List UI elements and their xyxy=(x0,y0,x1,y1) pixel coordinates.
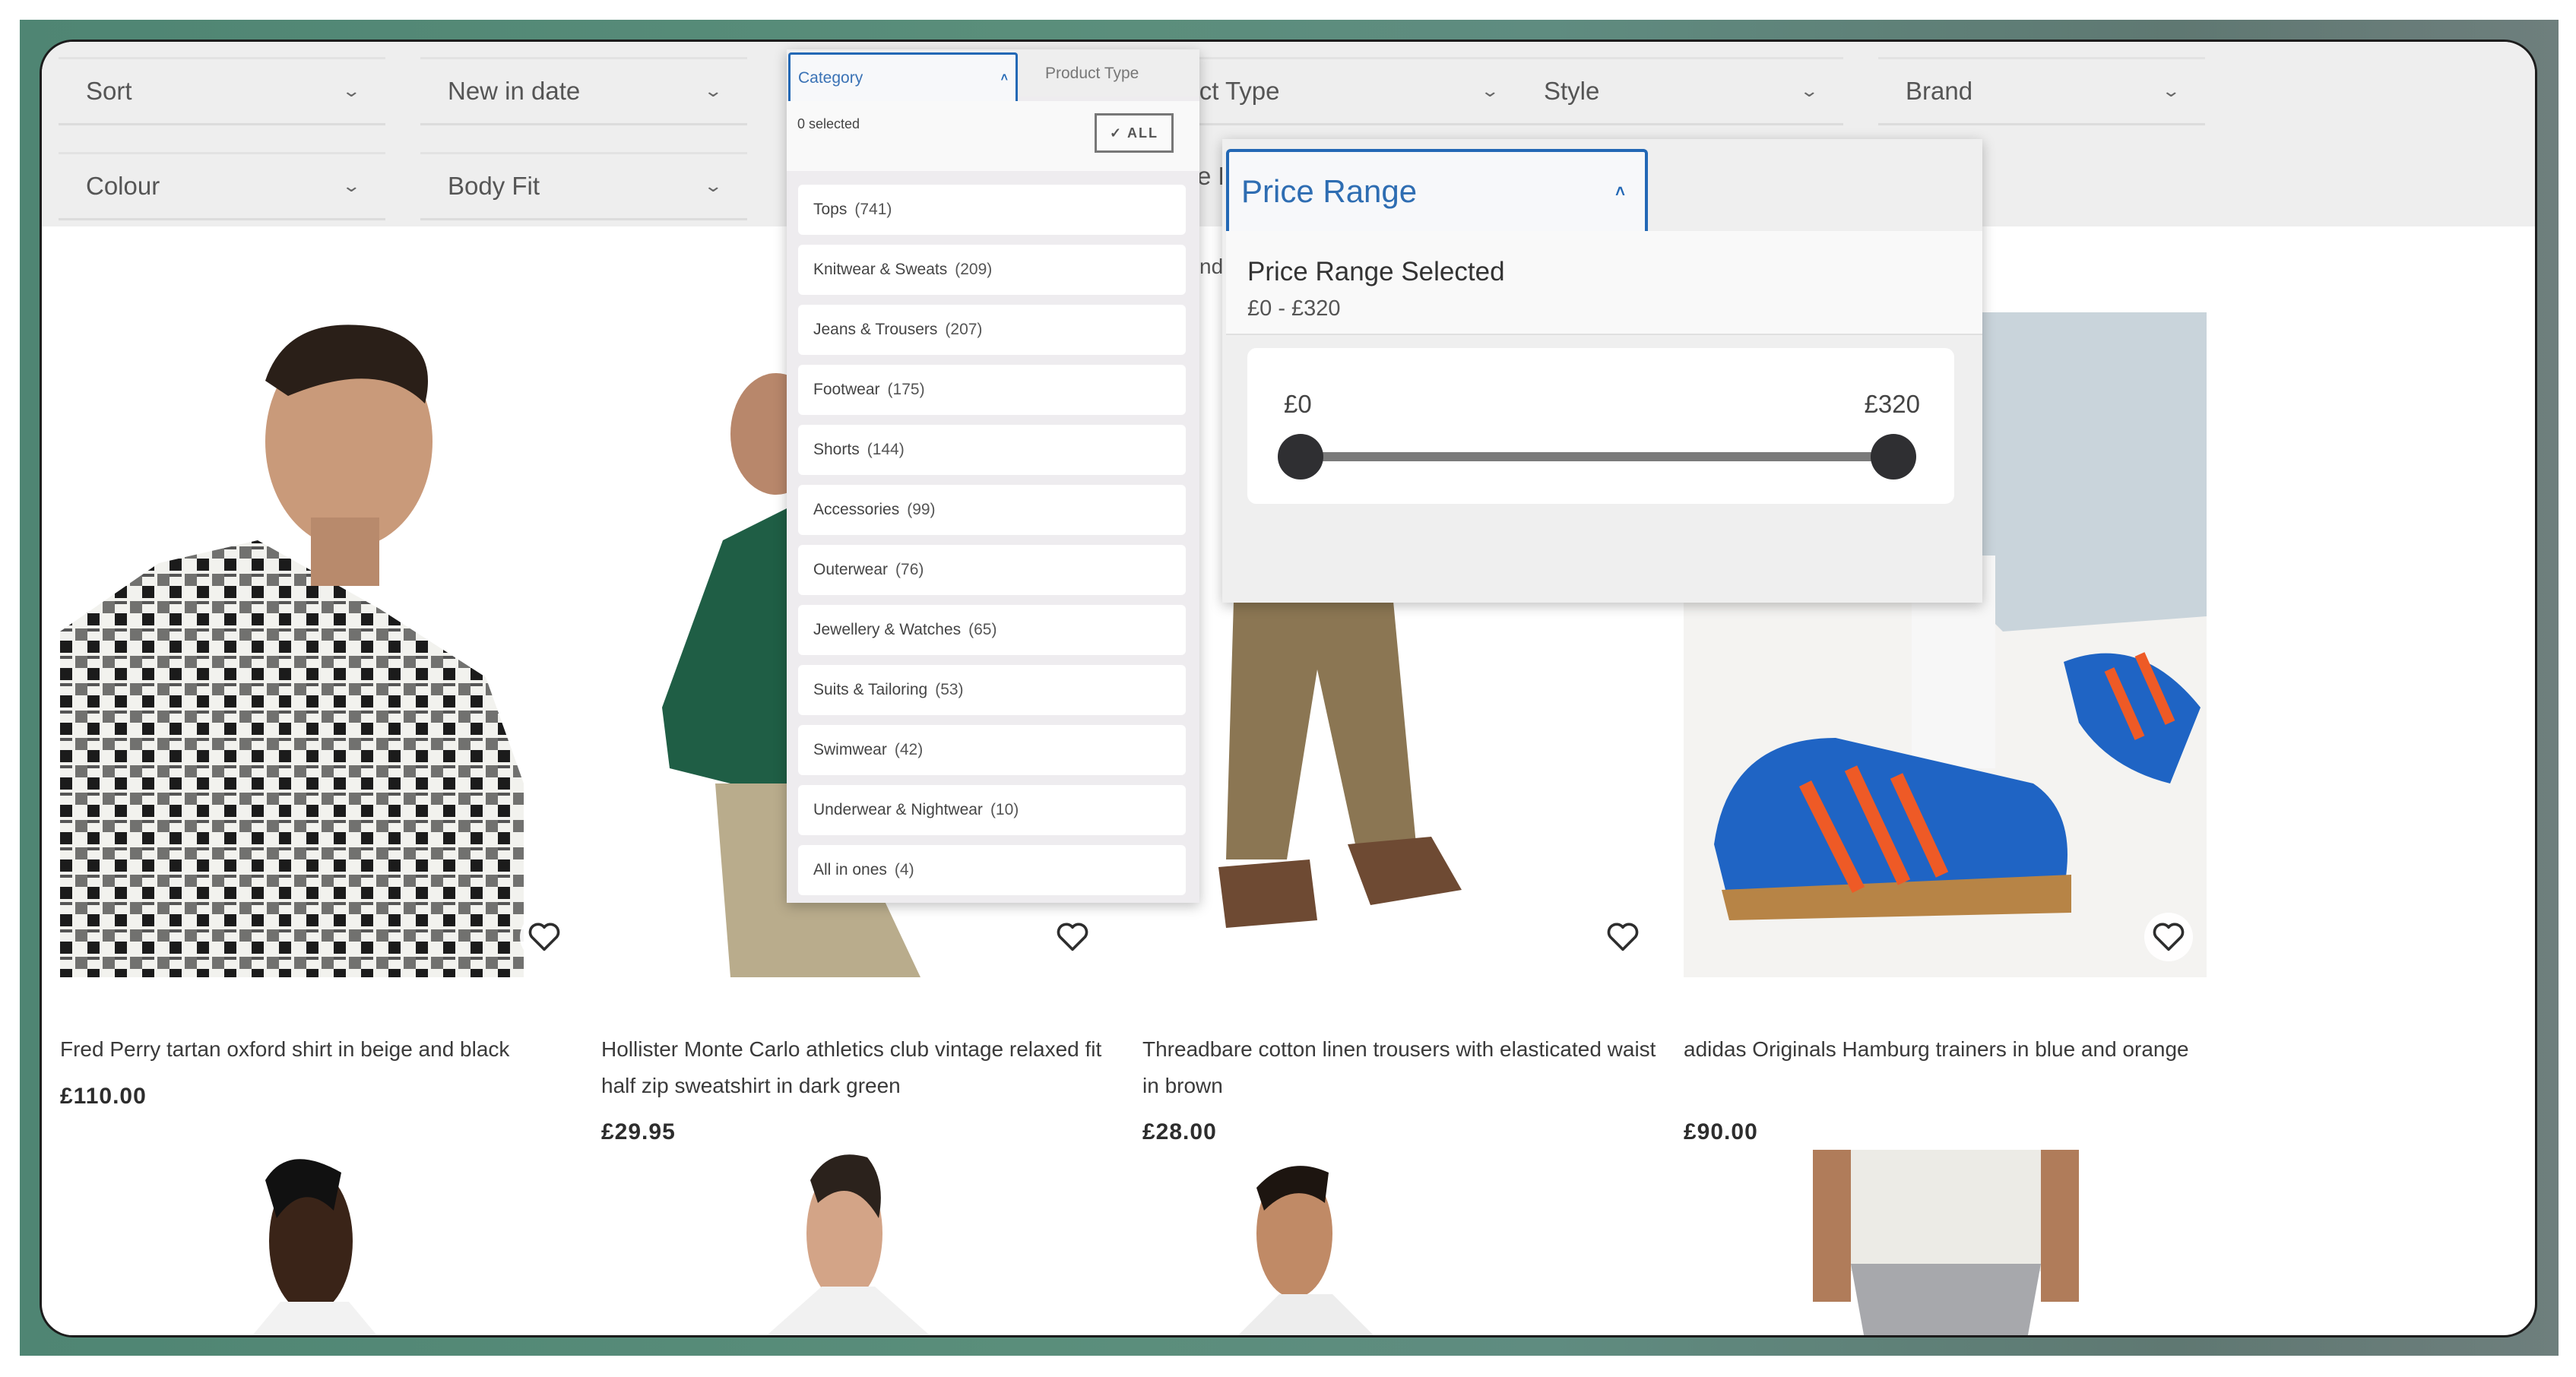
filter-label: Sort xyxy=(86,77,132,105)
filter-label: Brand xyxy=(1906,77,1973,105)
category-option[interactable]: Jewellery & Watches (65) xyxy=(798,605,1186,655)
chevron-down-icon: ⌄ xyxy=(341,81,361,100)
option-count: (4) xyxy=(894,861,914,878)
chevron-down-icon: ⌄ xyxy=(702,176,723,195)
category-select[interactable]: Category ˄ xyxy=(788,52,1018,101)
option-count: (209) xyxy=(955,261,993,278)
slider-track[interactable] xyxy=(1301,452,1893,461)
filter-brand[interactable]: Brand ⌄ xyxy=(1878,57,2205,125)
category-option[interactable]: Shorts (144) xyxy=(798,425,1186,475)
option-name: Shorts xyxy=(813,441,860,458)
category-dropdown: Category ˄ Product Type 0 selected ✓ ALL… xyxy=(787,49,1199,903)
product-image[interactable] xyxy=(60,312,583,977)
option-count: (53) xyxy=(935,681,964,698)
select-all-button[interactable]: ✓ ALL xyxy=(1095,113,1174,153)
category-label: Category xyxy=(798,68,863,87)
filter-product-type[interactable]: duct Type ⌄ xyxy=(1144,57,1524,125)
product-price: £29.95 xyxy=(601,1119,676,1144)
wishlist-heart-icon[interactable] xyxy=(1599,913,1647,961)
product-price: £28.00 xyxy=(1142,1119,1217,1144)
product-price: £90.00 xyxy=(1684,1119,1758,1144)
option-count: (42) xyxy=(894,741,924,758)
chevron-down-icon: ⌄ xyxy=(1798,81,1819,100)
option-name: Footwear xyxy=(813,381,880,398)
slider-max-handle[interactable] xyxy=(1871,434,1916,480)
product-title[interactable]: Hollister Monte Carlo athletics club vin… xyxy=(601,1031,1126,1104)
filter-label: New in date xyxy=(448,77,581,105)
option-name: Jewellery & Watches xyxy=(813,621,962,638)
category-option[interactable]: All in ones (4) xyxy=(798,845,1186,895)
option-name: Knitwear & Sweats xyxy=(813,261,948,278)
option-count: (65) xyxy=(968,621,997,638)
option-count: (741) xyxy=(854,201,892,218)
option-count: (144) xyxy=(867,441,905,458)
option-name: Jeans & Trousers xyxy=(813,321,938,338)
category-option[interactable]: Swimwear (42) xyxy=(798,725,1186,775)
product-title[interactable]: adidas Originals Hamburg trainers in blu… xyxy=(1684,1031,2208,1068)
option-count: (175) xyxy=(887,381,925,398)
chevron-down-icon: ⌄ xyxy=(702,81,723,100)
filter-colour[interactable]: Colour ⌄ xyxy=(59,152,385,220)
selected-count: 0 selected xyxy=(797,116,860,131)
category-option[interactable]: Knitwear & Sweats (209) xyxy=(798,245,1186,295)
category-option[interactable]: Footwear (175) xyxy=(798,365,1186,415)
option-name: Suits & Tailoring xyxy=(813,681,928,698)
option-name: Tops xyxy=(813,201,848,218)
filter-label: Body Fit xyxy=(448,172,540,200)
wishlist-heart-icon[interactable] xyxy=(1048,913,1097,961)
filter-new-in-date[interactable]: New in date ⌄ xyxy=(420,57,747,125)
category-option[interactable]: Outerwear (76) xyxy=(798,545,1186,595)
slider-min-handle[interactable] xyxy=(1278,434,1323,480)
price-range-selected-title: Price Range Selected xyxy=(1247,257,1505,286)
option-name: All in ones xyxy=(813,861,887,878)
select-all-label: ALL xyxy=(1127,125,1159,141)
category-option[interactable]: Jeans & Trousers (207) xyxy=(798,305,1186,355)
option-count: (76) xyxy=(895,561,924,578)
filter-label: Colour xyxy=(86,172,160,200)
browser-window: Sort ⌄ New in date ⌄ duct Type ⌄ Style ⌄… xyxy=(40,40,2537,1337)
product-price: £110.00 xyxy=(60,1084,147,1109)
option-count: (10) xyxy=(990,801,1019,818)
price-range-dropdown: Price Range ˄ Price Range Selected £0 - … xyxy=(1222,139,1982,603)
slider-max-label: £320 xyxy=(1864,390,1920,418)
category-option[interactable]: Accessories (99) xyxy=(798,485,1186,535)
product-image[interactable] xyxy=(1142,1150,1665,1335)
chevron-up-icon: ˄ xyxy=(1615,182,1625,201)
category-option[interactable]: Suits & Tailoring (53) xyxy=(798,665,1186,715)
product-type-tab[interactable]: Product Type xyxy=(1045,65,1139,83)
price-slider-card: £0 £320 xyxy=(1247,348,1954,504)
price-range-selected-value: £0 - £320 xyxy=(1247,296,1341,321)
chevron-down-icon: ⌄ xyxy=(2160,81,2181,100)
filter-style[interactable]: Style ⌄ xyxy=(1516,57,1843,125)
option-count: (207) xyxy=(945,321,983,338)
chevron-up-icon: ˄ xyxy=(1000,71,1008,84)
product-image[interactable] xyxy=(601,1150,1124,1335)
option-name: Swimwear xyxy=(813,741,887,758)
filter-sort[interactable]: Sort ⌄ xyxy=(59,57,385,125)
option-name: Underwear & Nightwear xyxy=(813,801,983,818)
category-selection-bar: 0 selected ✓ ALL xyxy=(787,101,1199,171)
category-option[interactable]: Underwear & Nightwear (10) xyxy=(798,785,1186,835)
slider-min-label: £0 xyxy=(1284,390,1312,418)
product-title[interactable]: Fred Perry tartan oxford shirt in beige … xyxy=(60,1031,585,1068)
chevron-down-icon: ⌄ xyxy=(341,176,361,195)
category-list: Tops (741) Knitwear & Sweats (209) Jeans &… xyxy=(798,185,1186,905)
product-image[interactable] xyxy=(60,1150,583,1335)
price-range-select[interactable]: Price Range ˄ xyxy=(1226,149,1648,231)
wishlist-heart-icon[interactable] xyxy=(2144,913,2193,961)
option-name: Outerwear xyxy=(813,561,889,578)
option-name: Accessories xyxy=(813,501,900,518)
product-title[interactable]: Threadbare cotton linen trousers with el… xyxy=(1142,1031,1667,1104)
wishlist-heart-icon[interactable] xyxy=(520,913,569,961)
price-range-summary: Price Range Selected £0 - £320 xyxy=(1226,231,1982,335)
category-option[interactable]: Tops (741) xyxy=(798,185,1186,235)
chevron-down-icon: ⌄ xyxy=(1479,81,1500,100)
filter-body-fit[interactable]: Body Fit ⌄ xyxy=(420,152,747,220)
price-range-label: Price Range xyxy=(1241,173,1418,209)
option-count: (99) xyxy=(907,501,936,518)
check-icon: ✓ xyxy=(1109,125,1123,141)
hidden-product-text: nd xyxy=(1199,255,1224,278)
filter-label: Style xyxy=(1544,77,1600,105)
product-image[interactable] xyxy=(1684,1150,2207,1335)
